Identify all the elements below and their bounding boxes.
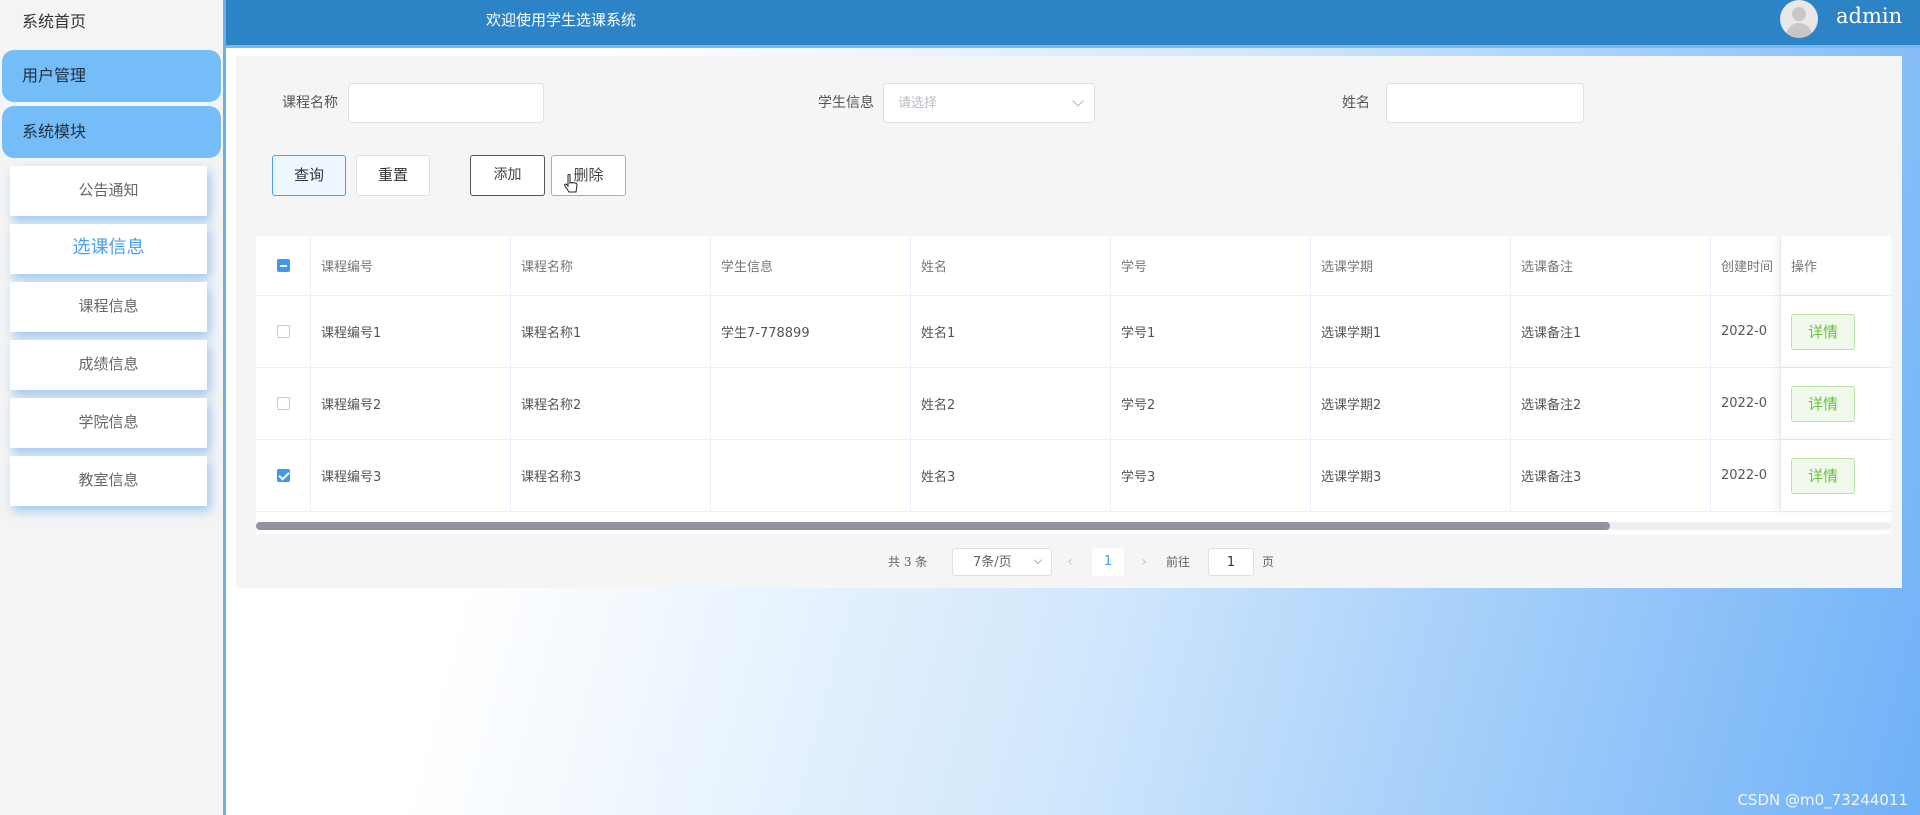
table-cell: 课程名称1	[511, 296, 711, 367]
page-size-value: 7条/页	[973, 555, 1012, 570]
table-cell: 选课学期3	[1311, 440, 1511, 511]
column-header: 选课备注	[1511, 236, 1711, 295]
student-info-select[interactable]: 请选择	[883, 83, 1095, 123]
column-header: 选课学期	[1311, 236, 1511, 295]
goto-page-input[interactable]: 1	[1208, 548, 1254, 576]
table-cell: 选课学期1	[1311, 296, 1511, 367]
chevron-down-icon	[1072, 95, 1084, 107]
sidebar-item-colleges[interactable]: 学院信息	[10, 398, 207, 448]
table-cell: 2022-0	[1711, 368, 1781, 439]
column-header: 课程名称	[511, 236, 711, 295]
table-cell: 学号1	[1111, 296, 1311, 367]
table-cell: 学号2	[1111, 368, 1311, 439]
course-name-input[interactable]	[348, 83, 544, 123]
column-header: 操作	[1781, 236, 1891, 295]
scrollbar-thumb[interactable]	[256, 522, 1610, 530]
row-checkbox[interactable]	[276, 469, 290, 482]
name-label: 姓名	[1342, 95, 1370, 111]
content-panel: 课程名称 学生信息 请选择 姓名 查询 重置 添加 删除 课程编号 课程名称 学…	[236, 56, 1902, 588]
table-cell: 2022-0	[1711, 296, 1781, 367]
delete-button[interactable]: 删除	[551, 155, 626, 196]
table-header-row: 课程编号 课程名称 学生信息 姓名 学号 选课学期 选课备注 创建时间 操作	[256, 236, 1891, 296]
column-header: 学号	[1111, 236, 1311, 295]
table-horizontal-scrollbar[interactable]	[256, 522, 1891, 530]
table-cell: 姓名3	[911, 440, 1111, 511]
table-cell: 选课学期2	[1311, 368, 1511, 439]
table-cell	[711, 440, 911, 511]
column-header: 创建时间	[1711, 236, 1781, 295]
chevron-down-icon	[1033, 555, 1043, 565]
detail-button[interactable]: 详情	[1791, 313, 1855, 350]
hand-cursor-icon	[564, 174, 578, 193]
row-checkbox[interactable]	[276, 325, 290, 338]
table-cell: 选课备注2	[1511, 368, 1711, 439]
page-title: 欢迎使用学生选课系统	[486, 11, 637, 29]
sidebar-menu-system-modules[interactable]: 系统模块	[2, 106, 221, 158]
column-header: 课程编号	[311, 236, 511, 295]
sidebar-item-courses[interactable]: 课程信息	[10, 282, 207, 332]
page-unit-label: 页	[1262, 555, 1275, 569]
username[interactable]: admin	[1836, 4, 1902, 28]
table-cell: 学号3	[1111, 440, 1311, 511]
table-cell: 课程编号1	[311, 296, 511, 367]
table-cell: 学生7-778899	[711, 296, 911, 367]
header: 欢迎使用学生选课系统 admin	[226, 0, 1920, 48]
reset-button[interactable]: 重置	[356, 155, 430, 196]
sidebar-menu-user-management[interactable]: 用户管理	[2, 50, 221, 102]
course-selection-table: 课程编号 课程名称 学生信息 姓名 学号 选课学期 选课备注 创建时间 操作 课…	[256, 236, 1891, 534]
row-checkbox[interactable]	[276, 397, 290, 410]
sidebar-item-classrooms[interactable]: 教室信息	[10, 456, 207, 506]
table-cell: 姓名1	[911, 296, 1111, 367]
table-cell: 选课备注3	[1511, 440, 1711, 511]
goto-label: 前往	[1166, 555, 1191, 569]
detail-button[interactable]: 详情	[1791, 385, 1855, 422]
student-info-label: 学生信息	[818, 95, 874, 111]
prev-page-button[interactable]: ‹	[1056, 548, 1084, 576]
name-input[interactable]	[1386, 83, 1584, 123]
sidebar-item-course-selection[interactable]: 选课信息	[10, 224, 207, 274]
student-info-placeholder: 请选择	[898, 96, 938, 111]
table-cell: 姓名2	[911, 368, 1111, 439]
main-area: 课程名称 学生信息 请选择 姓名 查询 重置 添加 删除 课程编号 课程名称 学…	[226, 48, 1920, 815]
avatar-icon[interactable]	[1780, 0, 1818, 38]
sidebar-home[interactable]: 系统首页	[0, 0, 223, 46]
table-cell	[711, 368, 911, 439]
table-cell: 课程编号3	[311, 440, 511, 511]
sidebar-item-notices[interactable]: 公告通知	[10, 166, 207, 216]
sidebar-item-grades[interactable]: 成绩信息	[10, 340, 207, 390]
query-button[interactable]: 查询	[272, 155, 346, 196]
sidebar: 系统首页 用户管理 系统模块 公告通知 选课信息 课程信息 成绩信息 学院信息 …	[0, 0, 226, 815]
detail-button[interactable]: 详情	[1791, 457, 1855, 494]
table-cell: 课程编号2	[311, 368, 511, 439]
table-row: 课程编号1 课程名称1 学生7-778899 姓名1 学号1 选课学期1 选课备…	[256, 296, 1891, 368]
pagination-total: 共 3 条	[888, 555, 928, 569]
table-cell: 选课备注1	[1511, 296, 1711, 367]
table-row: 课程编号2 课程名称2 姓名2 学号2 选课学期2 选课备注2 2022-0 详…	[256, 368, 1891, 440]
table-row: 课程编号3 课程名称3 姓名3 学号3 选课学期3 选课备注3 2022-0 详…	[256, 440, 1891, 512]
page-size-select[interactable]: 7条/页	[952, 548, 1052, 576]
column-header: 学生信息	[711, 236, 911, 295]
next-page-button[interactable]: ›	[1130, 548, 1158, 576]
table-cell: 2022-0	[1711, 440, 1781, 511]
select-all-checkbox[interactable]	[276, 259, 290, 272]
table-cell: 课程名称2	[511, 368, 711, 439]
course-name-label: 课程名称	[282, 95, 338, 111]
table-cell: 课程名称3	[511, 440, 711, 511]
watermark: CSDN @m0_73244011	[1737, 791, 1908, 809]
column-header: 姓名	[911, 236, 1111, 295]
add-button[interactable]: 添加	[470, 155, 545, 196]
page-number-current[interactable]: 1	[1092, 548, 1124, 576]
